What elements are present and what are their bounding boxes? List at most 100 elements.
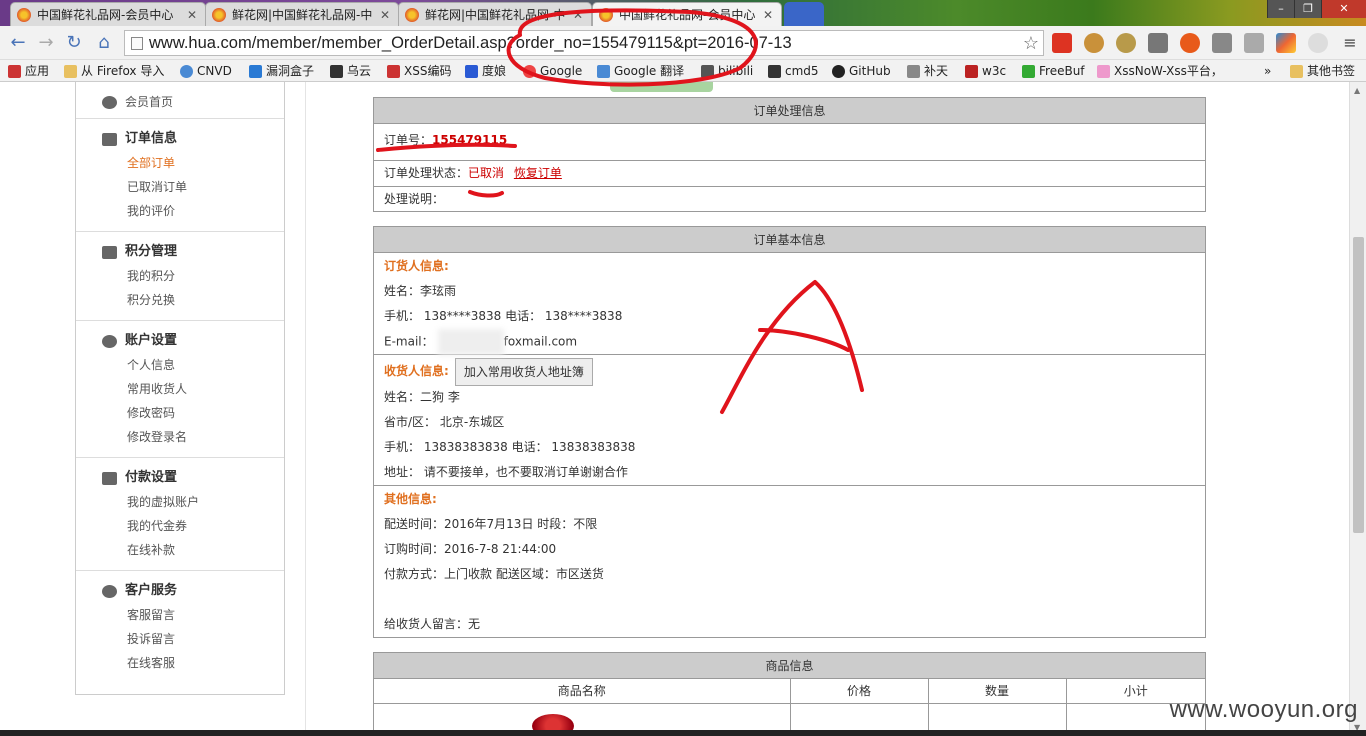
bookmark-item[interactable]: 其他书签: [1290, 63, 1355, 79]
browser-tab-active[interactable]: 中国鲜花礼品网-会员中心 ✕: [592, 2, 782, 26]
close-window-icon[interactable]: ✕: [1321, 0, 1366, 18]
bookmark-item[interactable]: 应用: [8, 63, 49, 79]
flower-favicon-icon: [212, 7, 226, 22]
tv-icon: [701, 64, 714, 78]
extension-icon[interactable]: [1180, 33, 1200, 53]
delivery-time: 配送时间：2016年7月13日 时段：不限: [384, 517, 598, 531]
folder-icon: [64, 64, 77, 78]
page-viewport: 会员首页 订单信息 全部订单 已取消订单 我的评价 积分管理 我的积分 积分兑换…: [0, 82, 1366, 736]
goods-panel: 商品信息 商品名称 价格 数量 小计: [373, 652, 1206, 736]
bookmark-item[interactable]: Google: [523, 63, 582, 79]
sidebar-item-change-password[interactable]: 修改密码: [104, 401, 284, 425]
bookmark-item[interactable]: cmd5: [768, 63, 819, 79]
grid-icon: [768, 64, 781, 78]
sidebar-item-online-payment[interactable]: 在线补款: [104, 538, 284, 562]
browser-tab[interactable]: 中国鲜花礼品网-会员中心 ✕: [10, 2, 206, 26]
sidebar-heading-label: 付款设置: [125, 470, 178, 485]
sidebar-item-receivers[interactable]: 常用收货人: [104, 377, 284, 401]
column-header: 商品名称: [374, 679, 791, 704]
sidebar-item-change-login[interactable]: 修改登录名: [104, 425, 284, 449]
bookmark-label: Google 翻译: [614, 64, 685, 78]
bookmarks-overflow-chevron[interactable]: »: [1264, 63, 1271, 79]
menu-icon[interactable]: ≡: [1338, 31, 1362, 55]
browser-tab[interactable]: 鲜花网|中国鲜花礼品网-中 ✕: [398, 2, 592, 26]
restore-icon[interactable]: ❐: [1294, 0, 1321, 18]
globe-icon: [180, 64, 193, 78]
new-tab-button[interactable]: [784, 2, 824, 26]
user-icon: [102, 95, 117, 109]
extension-icon[interactable]: [1052, 33, 1072, 53]
extension-icon[interactable]: [1116, 33, 1136, 53]
back-arrow-icon[interactable]: ←: [6, 31, 30, 55]
scrollbar-thumb[interactable]: [1353, 237, 1364, 533]
forward-arrow-icon[interactable]: →: [34, 31, 58, 55]
tab-close-icon[interactable]: ✕: [761, 8, 775, 22]
sidebar-item-service-message[interactable]: 客服留言: [104, 603, 284, 627]
sidebar-item-complaint[interactable]: 投诉留言: [104, 627, 284, 651]
page-scrollbar[interactable]: ▲ ▼: [1349, 82, 1366, 736]
sidebar-item-home[interactable]: 会员首页: [102, 90, 284, 114]
flower-favicon-icon: [599, 7, 613, 22]
bookmark-item[interactable]: 漏洞盒子: [249, 63, 314, 79]
sidebar-item-online-service[interactable]: 在线客服: [104, 651, 284, 675]
extension-icon[interactable]: [1212, 33, 1232, 53]
sidebar-item-virtual-account[interactable]: 我的虚拟账户: [104, 490, 284, 514]
bookmark-item[interactable]: w3c: [965, 63, 1006, 79]
sidebar-item-vouchers[interactable]: 我的代金券: [104, 514, 284, 538]
tab-close-icon[interactable]: ✕: [571, 8, 585, 22]
bookmark-star-icon[interactable]: ☆: [1023, 31, 1039, 55]
paw-icon: [465, 64, 478, 78]
bookmark-item[interactable]: 从 Firefox 导入: [64, 63, 164, 79]
cookie-extension-icon[interactable]: [1084, 33, 1104, 53]
reload-icon[interactable]: ↻: [62, 31, 86, 55]
bookmark-label: XssNoW-Xss平台，: [1114, 64, 1223, 78]
tab-close-icon[interactable]: ✕: [185, 8, 199, 22]
bookmark-item[interactable]: 度娘: [465, 63, 506, 79]
bookmark-item[interactable]: 补天: [907, 63, 948, 79]
sidebar-item-my-reviews[interactable]: 我的评价: [104, 199, 284, 223]
scroll-up-icon[interactable]: ▲: [1354, 86, 1360, 95]
order-status-row: 订单处理状态：已取消 恢复订单: [374, 161, 1205, 187]
redacted-email-blur: [437, 329, 504, 355]
sidebar-item-all-orders[interactable]: 全部订单: [104, 151, 284, 175]
tab-label: 中国鲜花礼品网-会员中心: [37, 8, 174, 22]
download-icon[interactable]: [1148, 33, 1168, 53]
bookmark-item[interactable]: bilibili: [701, 63, 753, 79]
sidebar-item-profile[interactable]: 个人信息: [104, 353, 284, 377]
order-number-value: 155479115: [432, 133, 508, 147]
bookmark-label: FreeBuf: [1039, 64, 1085, 78]
home-icon[interactable]: ⌂: [92, 31, 116, 55]
email-label: E-mail：: [384, 334, 434, 349]
bookmark-item[interactable]: XSS编码: [387, 63, 451, 79]
sidebar-item-cancelled-orders[interactable]: 已取消订单: [104, 175, 284, 199]
panel-title: 订单基本信息: [374, 227, 1205, 253]
translate-icon: [597, 64, 610, 78]
minimize-icon[interactable]: –: [1267, 0, 1294, 18]
bookmark-item[interactable]: GitHub: [832, 63, 891, 79]
extension-icon[interactable]: [1276, 33, 1296, 53]
bookmark-label: 漏洞盒子: [266, 64, 315, 78]
email-domain: foxmail.com: [503, 334, 578, 349]
bookmark-label: XSS编码: [404, 64, 452, 78]
browser-tab[interactable]: 鲜花网|中国鲜花礼品网-中 ✕: [205, 2, 399, 26]
extension-icon[interactable]: [1244, 33, 1264, 53]
add-to-address-book-button[interactable]: 加入常用收货人地址簿: [454, 357, 593, 386]
browser-tabstrip: 中国鲜花礼品网-会员中心 ✕ 鲜花网|中国鲜花礼品网-中 ✕ 鲜花网|中国鲜花礼…: [0, 0, 1366, 26]
sidebar-item-points-exchange[interactable]: 积分兑换: [104, 288, 284, 312]
restore-order-link[interactable]: 恢复订单: [514, 166, 562, 180]
tab-close-icon[interactable]: ✕: [378, 8, 392, 22]
star-icon: [907, 64, 920, 78]
sidebar-heading-label: 积分管理: [125, 244, 178, 259]
address-bar[interactable]: www.hua.com/member/member_OrderDetail.as…: [124, 30, 1044, 56]
extension-icon[interactable]: [1308, 33, 1328, 53]
xss-icon: [1097, 64, 1110, 78]
sidebar-heading: 客户服务: [102, 579, 284, 603]
bookmark-item[interactable]: Google 翻译: [597, 63, 684, 79]
bookmark-item[interactable]: CNVD: [180, 63, 232, 79]
sidebar-item-my-points[interactable]: 我的积分: [104, 264, 284, 288]
bookmark-item[interactable]: 乌云: [330, 63, 371, 79]
bookmark-item[interactable]: XssNoW-Xss平台，: [1097, 63, 1223, 79]
edit-icon: [102, 132, 117, 146]
bookmark-item[interactable]: FreeBuf: [1022, 63, 1085, 79]
order-time: 订购时间：2016-7-8 21:44:00: [384, 542, 557, 556]
